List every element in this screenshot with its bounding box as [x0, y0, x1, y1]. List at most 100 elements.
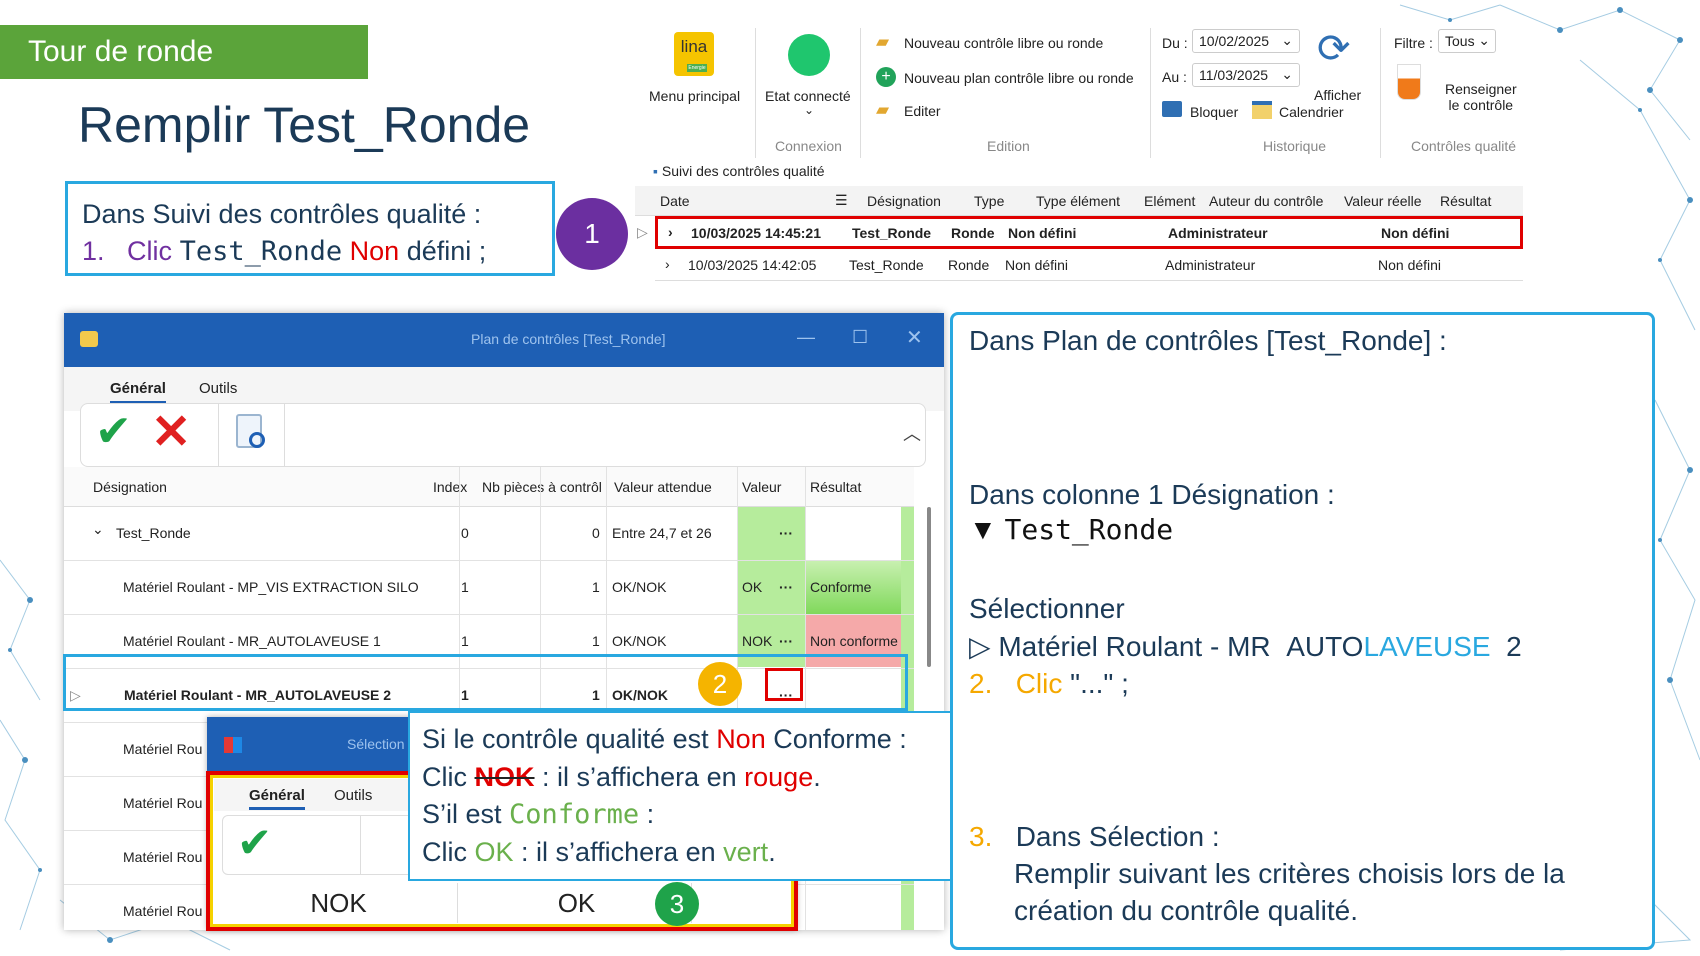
dialog-titlebar[interactable]: Plan de contrôles [Test_Ronde] — ☐ ✕ [64, 313, 944, 367]
cell-auteur: Administrateur [1168, 225, 1268, 241]
tab-general[interactable]: Général [110, 380, 166, 404]
cancel-icon[interactable]: ✕ [151, 404, 191, 460]
instruction-1-heading: Dans Suivi des contrôles qualité : [82, 199, 482, 229]
validate-icon[interactable]: ✔ [237, 818, 272, 867]
etat-connecte-button[interactable]: Etat connecté [765, 88, 851, 104]
group-edition: Edition [987, 138, 1030, 154]
scrollbar[interactable] [927, 507, 931, 667]
renseigner-line-2: le contrôle [1448, 97, 1514, 113]
table-row[interactable]: Matériel Roulant - MP_VIS EXTRACTION SIL… [64, 561, 914, 615]
group-historique: Historique [1263, 138, 1327, 154]
ellipsis-button[interactable]: ··· [779, 579, 793, 595]
instruction-1-step: 1. Clic Test_Ronde Non défini ; [82, 233, 538, 270]
expand-icon[interactable]: › [668, 224, 673, 240]
col-date[interactable]: Date [660, 193, 690, 209]
callout-text: : il s’affichera en [542, 761, 737, 792]
ellipsis-text: "..." ; [1070, 668, 1129, 699]
nouveau-plan-button[interactable]: Nouveau plan contrôle libre ou ronde [904, 70, 1134, 86]
table-row-selected[interactable]: › 10/03/2025 14:45:21 Test_Ronde Ronde N… [655, 216, 1523, 249]
ellipsis-button[interactable]: ··· [779, 525, 793, 541]
cell-attendue: OK/NOK [612, 633, 667, 649]
filter-value: Tous [1445, 33, 1475, 49]
menu-principal-button[interactable]: Menu principal [649, 88, 740, 104]
col-designation[interactable]: Désignation [867, 193, 941, 209]
ellipsis-button[interactable]: ··· [779, 633, 793, 649]
col-auteur[interactable]: Auteur du contrôle [1209, 193, 1323, 209]
collapse-icon[interactable]: ︿ [903, 420, 921, 446]
bloquer-button[interactable]: Bloquer [1190, 104, 1238, 120]
cell-date: 10/03/2025 14:42:05 [688, 257, 817, 273]
step-badge-2: 2 [698, 662, 742, 706]
ellipsis-highlight[interactable] [765, 668, 803, 701]
col-index[interactable]: Index [433, 479, 467, 495]
col-nb-pieces[interactable]: Nb pièces à contrôl [482, 479, 602, 495]
tab-general[interactable]: Général [249, 787, 305, 810]
tab-outils[interactable]: Outils [199, 380, 237, 397]
table-row[interactable]: › 10/03/2025 14:42:05 Test_Ronde Ronde N… [655, 250, 1523, 281]
col-valeur[interactable]: Valeur [742, 479, 781, 495]
chevron-down-icon[interactable]: ⌄ [804, 103, 814, 117]
conforme-mono: Conforme [509, 799, 640, 830]
instruction-column: Dans colonne 1 Désignation : [969, 479, 1335, 510]
renseigner-button[interactable]: Renseigner le contrôle [1445, 81, 1517, 113]
col-element[interactable]: Elément [1144, 193, 1195, 209]
cell-designation: Matériel Rou [123, 741, 203, 757]
filter-icon[interactable]: ☰ [835, 192, 848, 209]
non-word: Non [349, 236, 400, 266]
instructions-panel: Dans Plan de contrôles [Test_Ronde] : Da… [950, 312, 1655, 950]
logo-subtext: Energie [687, 64, 707, 72]
lock-icon [1162, 101, 1182, 117]
col-valeur-attendue[interactable]: Valeur attendue [614, 479, 712, 495]
collapse-chevron-icon[interactable]: ⌄ [92, 521, 104, 538]
cell-type-element: Non défini [1005, 257, 1069, 273]
ok-label: OK [557, 888, 596, 918]
filter-select[interactable]: Tous ⌄ [1438, 29, 1496, 53]
close-icon[interactable]: ✕ [906, 325, 923, 350]
nouveau-controle-button[interactable]: Nouveau contrôle libre ou ronde [904, 35, 1103, 51]
calendar-icon [1252, 101, 1272, 119]
afficher-button[interactable]: Afficher [1314, 87, 1361, 103]
editer-button[interactable]: Editer [904, 103, 941, 119]
cell-index: 1 [461, 633, 469, 649]
date-from-select[interactable]: 10/02/2025 ⌄ [1192, 29, 1300, 53]
refresh-icon[interactable]: ⟳ [1317, 26, 1351, 72]
add-circle-icon: + [876, 67, 896, 87]
callout-line-4: Clic OK : il s’affichera en vert. [422, 834, 950, 872]
minimize-icon[interactable]: — [797, 327, 815, 348]
cell-resultat: Non défini [1381, 225, 1450, 241]
date-to-select[interactable]: 11/03/2025 ⌄ [1192, 63, 1300, 87]
col-type-element[interactable]: Type élément [1036, 193, 1120, 209]
table-row[interactable]: ⌄ Test_Ronde 0 0 Entre 24,7 et 26 ··· [64, 507, 914, 561]
instruction-select: Sélectionner [969, 593, 1125, 624]
col-type[interactable]: Type [974, 193, 1004, 209]
callout-line-2: Clic NOK : il s’affichera en rouge. [422, 759, 950, 797]
callout-text: Conforme : [773, 724, 907, 754]
tab-outils[interactable]: Outils [334, 787, 372, 804]
cell-resultat: Conforme [810, 579, 872, 595]
suivi-grid-header: Date ☰ Désignation Type Type élément Elé… [635, 186, 1523, 216]
suivi-tab[interactable]: ▪ Suivi des contrôles qualité [635, 158, 1523, 186]
maximize-icon[interactable]: ☐ [852, 327, 868, 348]
validate-icon[interactable]: ✔ [95, 406, 132, 457]
ok-word: OK [474, 836, 514, 867]
instruction-group: ▼ Test_Ronde [969, 513, 1173, 546]
instruction-step-3: 3. Dans Sélection : [969, 821, 1220, 853]
cell-designation: Matériel Roulant - MR_AUTOLAVEUSE 1 [123, 633, 381, 649]
dans-selection: Dans Sélection : [1015, 821, 1220, 852]
col-designation[interactable]: Désignation [93, 479, 167, 495]
col-resultat[interactable]: Résultat [810, 479, 861, 495]
nok-button[interactable]: NOK [220, 883, 458, 923]
expand-icon[interactable]: › [665, 256, 670, 272]
selection-title: Sélection [347, 736, 405, 752]
connected-status-icon [788, 34, 830, 76]
callout-text: Si le contrôle qualité est [422, 724, 709, 754]
chevron-down-icon: ⌄ [1281, 32, 1293, 48]
col-valeur-reelle[interactable]: Valeur réelle [1344, 193, 1422, 209]
flask-icon[interactable] [1397, 64, 1421, 100]
vert-word: vert [723, 836, 769, 867]
col-resultat[interactable]: Résultat [1440, 193, 1491, 209]
calendrier-button[interactable]: Calendrier [1279, 104, 1344, 120]
callout-text: S’il est [422, 799, 502, 829]
lina-logo-icon[interactable]: lina Energie [674, 32, 714, 76]
conformity-callout: Si le contrôle qualité est Non Conforme … [408, 711, 964, 881]
